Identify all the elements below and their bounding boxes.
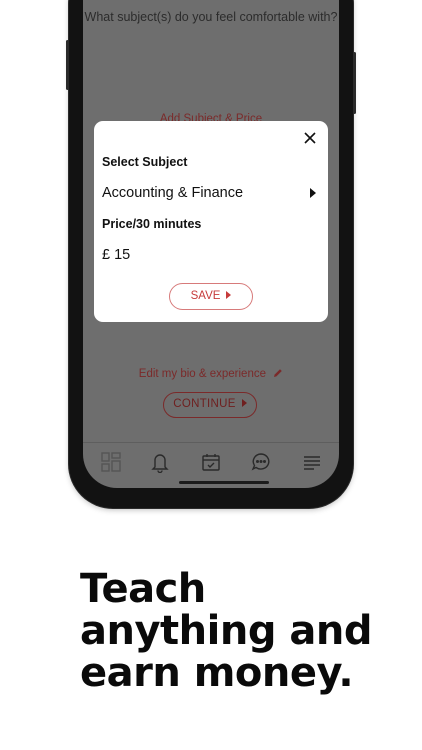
subject-question: What subject(s) do you feel comfortable … (84, 10, 338, 24)
home-indicator (179, 481, 269, 484)
subject-selector[interactable]: Accounting & Finance (102, 185, 243, 201)
edit-bio-link[interactable]: Edit my bio & experience (83, 368, 339, 381)
dashboard-icon[interactable] (100, 451, 122, 473)
menu-icon[interactable] (301, 451, 323, 473)
headline-line-2: anything and (80, 608, 373, 654)
continue-button[interactable]: CONTINUE (163, 392, 257, 418)
price-value[interactable]: £ 15 (102, 247, 130, 263)
play-arrow-icon (226, 291, 232, 299)
continue-label: CONTINUE (173, 398, 236, 410)
bottom-tab-bar (83, 442, 339, 479)
select-subject-label: Select Subject (102, 155, 188, 169)
bell-icon[interactable] (149, 451, 171, 474)
headline-line-1: Teach (80, 566, 206, 612)
subject-arrow-icon[interactable] (310, 188, 316, 198)
promo-headline: Teach anything and earn money. (80, 568, 410, 694)
edit-bio-label: Edit my bio & experience (138, 368, 266, 380)
chat-icon[interactable] (250, 451, 272, 473)
close-icon[interactable] (303, 131, 317, 145)
pencil-icon (273, 368, 283, 381)
save-button[interactable]: SAVE (169, 283, 253, 310)
calendar-icon[interactable] (200, 451, 222, 473)
phone-side-button-left (66, 40, 69, 90)
price-label: Price/30 minutes (102, 217, 202, 231)
headline-line-3: earn money. (80, 650, 354, 696)
play-arrow-icon (241, 399, 247, 407)
phone-side-button-right (353, 52, 356, 114)
save-label: SAVE (190, 290, 221, 302)
add-subject-modal: Select Subject Accounting & Finance Pric… (94, 121, 328, 322)
